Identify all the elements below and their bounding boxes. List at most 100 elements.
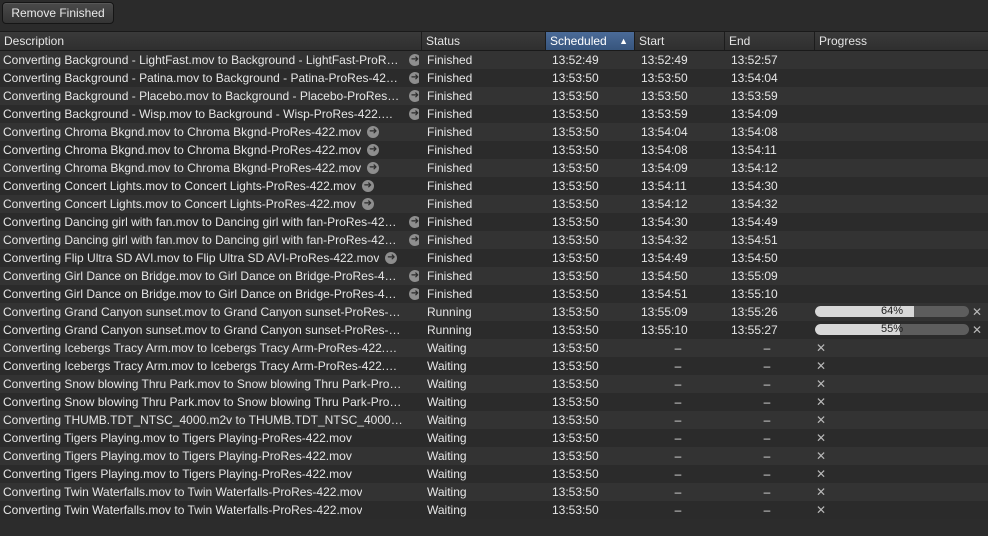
description-text: Converting Concert Lights.mov to Concert… xyxy=(3,197,356,211)
scheduled-cell: 13:53:50 xyxy=(552,467,599,481)
description-text: Converting Tigers Playing.mov to Tigers … xyxy=(3,449,352,463)
table-row[interactable]: Converting Concert Lights.mov to Concert… xyxy=(0,195,988,213)
description-cell: Converting Girl Dance on Bridge.mov to G… xyxy=(3,267,419,285)
close-icon[interactable]: ✕ xyxy=(816,465,826,483)
table-row[interactable]: Converting Background - Placebo.mov to B… xyxy=(0,87,988,105)
table-row[interactable]: Converting Girl Dance on Bridge.mov to G… xyxy=(0,285,988,303)
description-cell: Converting Snow blowing Thru Park.mov to… xyxy=(3,375,419,393)
table-row[interactable]: Converting Tigers Playing.mov to Tigers … xyxy=(0,429,988,447)
arrow-circle-right-icon[interactable]: ➜ xyxy=(409,234,419,246)
description-text: Converting Background - Patina.mov to Ba… xyxy=(3,71,403,85)
arrow-circle-right-icon[interactable]: ➜ xyxy=(409,108,419,120)
arrow-circle-right-icon[interactable]: ➜ xyxy=(409,288,419,300)
end-cell: 13:55:09 xyxy=(731,269,778,283)
arrow-circle-right-icon[interactable]: ➜ xyxy=(367,162,380,174)
table-row[interactable]: Converting THUMB.TDT_NTSC_4000.m2v to TH… xyxy=(0,411,988,429)
table-row[interactable]: Converting Background - LightFast.mov to… xyxy=(0,51,988,69)
close-icon[interactable]: ✕ xyxy=(816,393,826,411)
end-cell: 13:54:50 xyxy=(731,251,778,265)
end-cell: 13:53:59 xyxy=(731,89,778,103)
table-row[interactable]: Converting Chroma Bkgnd.mov to Chroma Bk… xyxy=(0,141,988,159)
table-row[interactable]: Converting Girl Dance on Bridge.mov to G… xyxy=(0,267,988,285)
status-cell: Finished xyxy=(427,143,473,157)
table-row[interactable]: Converting Icebergs Tracy Arm.mov to Ice… xyxy=(0,357,988,375)
description-text: Converting Twin Waterfalls.mov to Twin W… xyxy=(3,503,363,517)
description-text: Converting Chroma Bkgnd.mov to Chroma Bk… xyxy=(3,161,362,175)
column-header-start[interactable]: Start xyxy=(635,32,725,50)
column-header-progress[interactable]: Progress xyxy=(815,32,988,50)
status-cell: Waiting xyxy=(427,467,467,481)
table-row[interactable]: Converting Dancing girl with fan.mov to … xyxy=(0,231,988,249)
table-row[interactable]: Converting Snow blowing Thru Park.mov to… xyxy=(0,393,988,411)
table-row[interactable]: Converting Chroma Bkgnd.mov to Chroma Bk… xyxy=(0,123,988,141)
table-row[interactable]: Converting Tigers Playing.mov to Tigers … xyxy=(0,465,988,483)
description-cell: Converting Background - Wisp.mov to Back… xyxy=(3,105,419,123)
table-row[interactable]: Converting Tigers Playing.mov to Tigers … xyxy=(0,447,988,465)
table-row[interactable]: Converting Background - Patina.mov to Ba… xyxy=(0,69,988,87)
end-cell: 13:54:04 xyxy=(731,71,778,85)
close-icon[interactable]: ✕ xyxy=(816,501,826,519)
close-icon[interactable]: ✕ xyxy=(816,357,826,375)
remove-finished-button[interactable]: Remove Finished xyxy=(2,2,114,24)
table-row[interactable]: Converting Chroma Bkgnd.mov to Chroma Bk… xyxy=(0,159,988,177)
close-icon[interactable]: ✕ xyxy=(816,429,826,447)
close-icon[interactable]: ✕ xyxy=(972,303,982,321)
close-icon[interactable]: ✕ xyxy=(816,447,826,465)
scheduled-cell: 13:53:50 xyxy=(552,503,599,517)
arrow-circle-right-icon[interactable]: ➜ xyxy=(367,144,380,156)
description-cell: Converting Grand Canyon sunset.mov to Gr… xyxy=(3,303,419,321)
end-cell: – xyxy=(763,359,771,373)
table-row[interactable]: Converting Twin Waterfalls.mov to Twin W… xyxy=(0,501,988,519)
column-header-description[interactable]: Description xyxy=(0,32,422,50)
start-cell: – xyxy=(674,467,682,481)
arrow-circle-right-icon[interactable]: ➜ xyxy=(409,216,419,228)
status-cell: Finished xyxy=(427,197,473,211)
close-icon[interactable]: ✕ xyxy=(816,375,826,393)
arrow-circle-right-icon[interactable]: ➜ xyxy=(361,198,374,210)
close-icon[interactable]: ✕ xyxy=(816,411,826,429)
table-row[interactable]: Converting Twin Waterfalls.mov to Twin W… xyxy=(0,483,988,501)
status-cell: Finished xyxy=(427,233,473,247)
start-cell: 13:54:04 xyxy=(641,125,688,139)
description-cell: Converting Twin Waterfalls.mov to Twin W… xyxy=(3,501,419,519)
status-cell: Finished xyxy=(427,179,473,193)
table-row[interactable]: Converting Icebergs Tracy Arm.mov to Ice… xyxy=(0,339,988,357)
column-header-status[interactable]: Status xyxy=(422,32,546,50)
arrow-circle-right-icon[interactable]: ➜ xyxy=(409,54,419,66)
start-cell: 13:54:12 xyxy=(641,197,688,211)
end-cell: 13:54:09 xyxy=(731,107,778,121)
table-row[interactable]: Converting Flip Ultra SD AVI.mov to Flip… xyxy=(0,249,988,267)
start-cell: – xyxy=(674,413,682,427)
start-cell: 13:55:10 xyxy=(641,323,688,337)
description-text: Converting Background - Placebo.mov to B… xyxy=(3,89,403,103)
arrow-circle-right-icon[interactable]: ➜ xyxy=(385,252,398,264)
scheduled-cell: 13:53:50 xyxy=(552,449,599,463)
arrow-circle-right-icon[interactable]: ➜ xyxy=(367,126,380,138)
column-header-scheduled[interactable]: Scheduled ▲ xyxy=(546,32,635,50)
close-icon[interactable]: ✕ xyxy=(816,339,826,357)
close-icon[interactable]: ✕ xyxy=(816,483,826,501)
description-cell: Converting Icebergs Tracy Arm.mov to Ice… xyxy=(3,339,419,357)
arrow-circle-right-icon[interactable]: ➜ xyxy=(409,270,419,282)
end-cell: – xyxy=(763,377,771,391)
table-row[interactable]: Converting Grand Canyon sunset.mov to Gr… xyxy=(0,303,988,321)
start-cell: 13:54:49 xyxy=(641,251,688,265)
column-header-end[interactable]: End xyxy=(725,32,815,50)
arrow-circle-right-icon[interactable]: ➜ xyxy=(409,72,419,84)
arrow-circle-right-icon[interactable]: ➜ xyxy=(361,180,374,192)
end-cell: 13:52:57 xyxy=(731,53,778,67)
status-cell: Waiting xyxy=(427,449,467,463)
arrow-circle-right-icon[interactable]: ➜ xyxy=(409,90,419,102)
table-row[interactable]: Converting Snow blowing Thru Park.mov to… xyxy=(0,375,988,393)
table-row[interactable]: Converting Dancing girl with fan.mov to … xyxy=(0,213,988,231)
description-cell: Converting Twin Waterfalls.mov to Twin W… xyxy=(3,483,419,501)
scheduled-cell: 13:53:50 xyxy=(552,323,599,337)
close-icon[interactable]: ✕ xyxy=(972,321,982,339)
column-header-scheduled-label: Scheduled xyxy=(550,34,607,48)
table-row[interactable]: Converting Concert Lights.mov to Concert… xyxy=(0,177,988,195)
table-row[interactable]: Converting Grand Canyon sunset.mov to Gr… xyxy=(0,321,988,339)
end-cell: – xyxy=(763,449,771,463)
scheduled-cell: 13:53:50 xyxy=(552,395,599,409)
description-text: Converting Chroma Bkgnd.mov to Chroma Bk… xyxy=(3,125,362,139)
table-row[interactable]: Converting Background - Wisp.mov to Back… xyxy=(0,105,988,123)
